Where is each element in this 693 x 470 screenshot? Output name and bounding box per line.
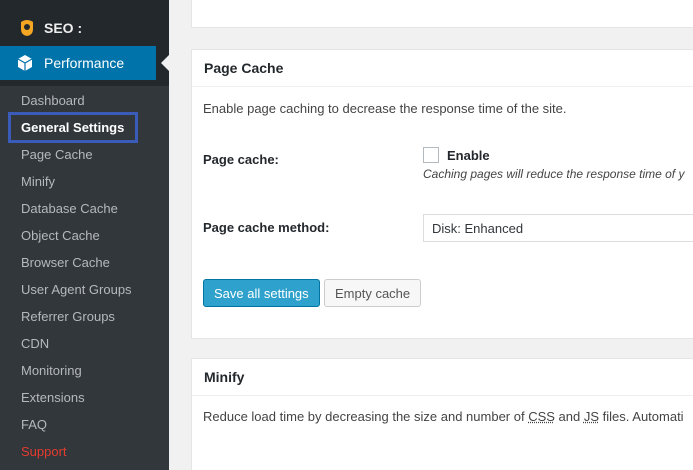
submenu-item-faq[interactable]: FAQ	[21, 417, 47, 432]
sidebar-item-performance[interactable]: Performance	[0, 46, 156, 80]
page-cache-field-label: Page cache:	[203, 152, 279, 167]
submenu-item-browser-cache[interactable]: Browser Cache	[21, 255, 110, 270]
select-value: Disk: Enhanced	[432, 220, 524, 236]
submenu-item-page-cache[interactable]: Page Cache	[21, 147, 93, 162]
submenu-item-user-agent-groups[interactable]: User Agent Groups	[21, 282, 132, 297]
desc-text: and	[554, 409, 584, 424]
highlight-annotation-box	[8, 112, 138, 143]
submenu-item-support[interactable]: Support	[21, 444, 67, 459]
active-menu-arrow	[161, 55, 169, 71]
sidebar-item-seo[interactable]: SEO :	[0, 12, 169, 44]
enable-checkbox-label[interactable]: Enable	[447, 148, 490, 163]
save-all-settings-button[interactable]: Save all settings	[203, 279, 320, 307]
page-cache-method-select[interactable]: Disk: Enhanced	[423, 214, 693, 242]
page-cache-panel: Page Cache Enable page caching to decrea…	[191, 49, 693, 339]
submenu-item-monitoring[interactable]: Monitoring	[21, 363, 82, 378]
admin-sidebar: SEO : Performance Dashboard General Sett…	[0, 0, 169, 470]
page-cache-method-label: Page cache method:	[203, 220, 330, 235]
submenu-item-database-cache[interactable]: Database Cache	[21, 201, 118, 216]
empty-cache-button[interactable]: Empty cache	[324, 279, 422, 307]
panel-description: Reduce load time by decreasing the size …	[203, 409, 684, 424]
main-content: Page Cache Enable page caching to decrea…	[169, 0, 693, 470]
submenu-item-minify[interactable]: Minify	[21, 174, 55, 189]
panel-title: Minify	[192, 359, 693, 396]
submenu-item-cdn[interactable]: CDN	[21, 336, 49, 351]
submenu-item-extensions[interactable]: Extensions	[21, 390, 85, 405]
seo-plugin-icon	[21, 20, 33, 36]
minify-panel: Minify Reduce load time by decreasing th…	[191, 358, 693, 470]
performance-submenu	[0, 86, 169, 470]
css-abbr: CSS	[528, 409, 555, 424]
previous-panel	[191, 0, 693, 28]
desc-text: files. Automati	[599, 409, 684, 424]
panel-description: Enable page caching to decrease the resp…	[203, 101, 567, 116]
page-cache-enable-checkbox[interactable]	[423, 147, 439, 163]
page-cache-hint: Caching pages will reduce the response t…	[423, 167, 685, 181]
performance-cube-icon	[17, 55, 33, 71]
js-abbr: JS	[583, 409, 600, 424]
desc-text: Reduce load time by decreasing the size …	[203, 409, 529, 424]
submenu-item-object-cache[interactable]: Object Cache	[21, 228, 100, 243]
sidebar-item-label: SEO :	[44, 20, 83, 36]
panel-title: Page Cache	[192, 50, 693, 87]
sidebar-item-label: Performance	[44, 55, 125, 71]
submenu-item-referrer-groups[interactable]: Referrer Groups	[21, 309, 115, 324]
submenu-item-dashboard[interactable]: Dashboard	[21, 93, 85, 108]
